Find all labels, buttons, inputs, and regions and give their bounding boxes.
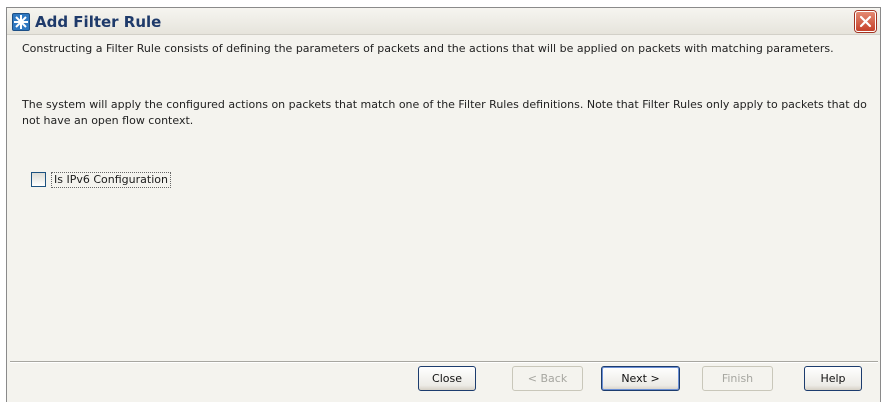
finish-button[interactable]: Finish [702,366,773,391]
dialog-body [7,35,880,402]
button-divider [10,361,878,363]
next-button[interactable]: Next > [601,366,680,391]
description-paragraph-1: Constructing a Filter Rule consists of d… [22,42,834,55]
description-paragraph-2: The system will apply the configured act… [22,98,867,127]
dialog-title: Add Filter Rule [35,13,162,31]
ipv6-checkbox-label[interactable]: Is IPv6 Configuration [51,172,171,188]
window-close-button[interactable] [855,11,876,32]
ipv6-checkbox[interactable] [31,172,46,187]
close-button[interactable]: Close [418,366,476,391]
close-icon [859,15,872,28]
add-filter-rule-dialog: Add Filter Rule Constructing a Filter Ru… [6,7,881,402]
app-icon [12,13,30,31]
back-button[interactable]: < Back [512,366,583,391]
help-button[interactable]: Help [804,366,862,391]
title-bar[interactable]: Add Filter Rule [7,8,880,35]
